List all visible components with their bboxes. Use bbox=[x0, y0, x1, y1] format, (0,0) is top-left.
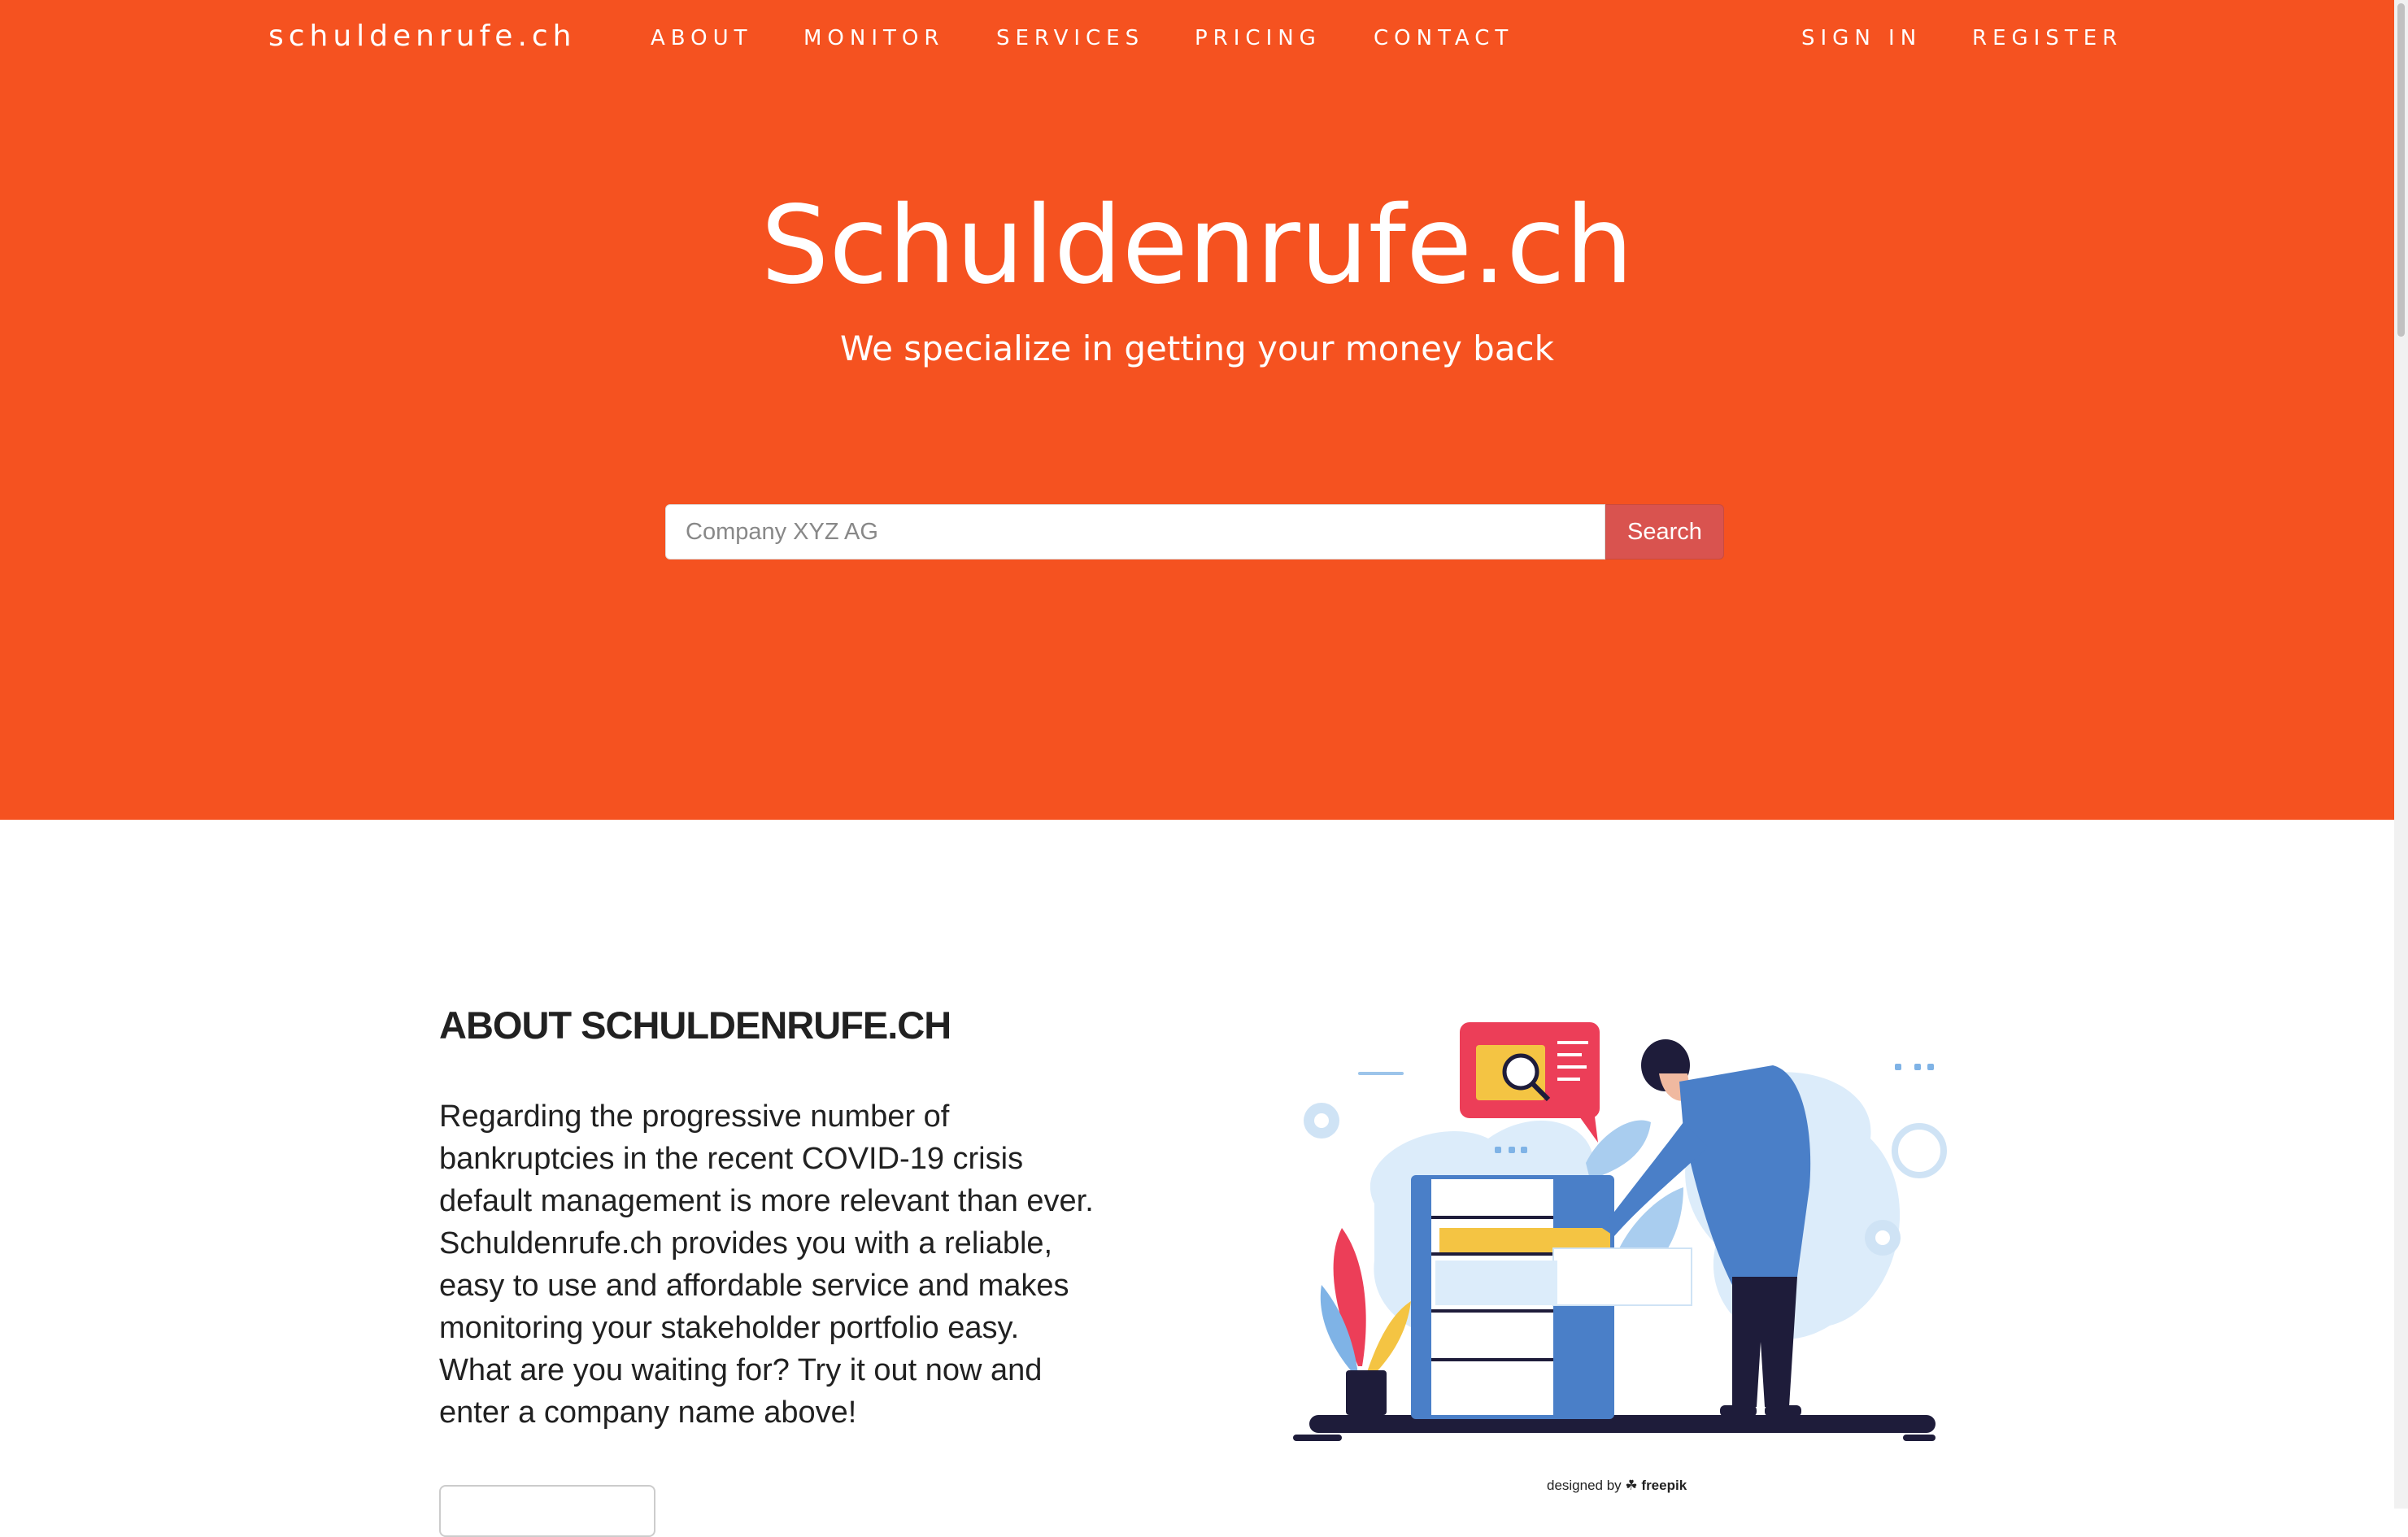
nav-link-register[interactable]: REGISTER bbox=[1972, 26, 2123, 50]
hero-title: Schuldenrufe.ch bbox=[760, 183, 1634, 308]
nav-link-contact[interactable]: CONTACT bbox=[1374, 26, 1513, 50]
freepik-credit[interactable]: designed by ☘ freepik bbox=[1547, 1478, 1687, 1494]
nav-link-services[interactable]: SERVICES bbox=[996, 26, 1144, 50]
nav-link-about[interactable]: ABOUT bbox=[651, 26, 753, 50]
brand-link[interactable]: schuldenrufe.ch bbox=[268, 20, 577, 53]
nav-link-pricing[interactable]: PRICING bbox=[1195, 26, 1322, 50]
credit-prefix: designed by bbox=[1547, 1478, 1622, 1493]
nav-link-monitor[interactable]: MONITOR bbox=[803, 26, 944, 50]
freepik-logo-icon: ☘ bbox=[1625, 1478, 1638, 1493]
nav-link-sign-in[interactable]: SIGN IN bbox=[1801, 26, 1922, 50]
person-searching-files-illustration bbox=[1293, 1022, 1947, 1441]
scrollbar-thumb[interactable] bbox=[2397, 3, 2405, 337]
about-body: Regarding the progressive number of bank… bbox=[439, 1099, 1094, 1430]
search-button[interactable]: Search bbox=[1605, 504, 1724, 560]
credit-brand: freepik bbox=[1641, 1478, 1687, 1493]
read-more-button[interactable] bbox=[439, 1485, 655, 1537]
page-scrollbar[interactable] bbox=[2394, 0, 2408, 1509]
hero-section bbox=[0, 0, 2394, 820]
hero-subtitle: We specialize in getting your money back bbox=[840, 329, 1554, 368]
about-title: ABOUT SCHULDENRUFE.CH bbox=[439, 1004, 951, 1047]
company-search-input[interactable] bbox=[665, 504, 1605, 560]
